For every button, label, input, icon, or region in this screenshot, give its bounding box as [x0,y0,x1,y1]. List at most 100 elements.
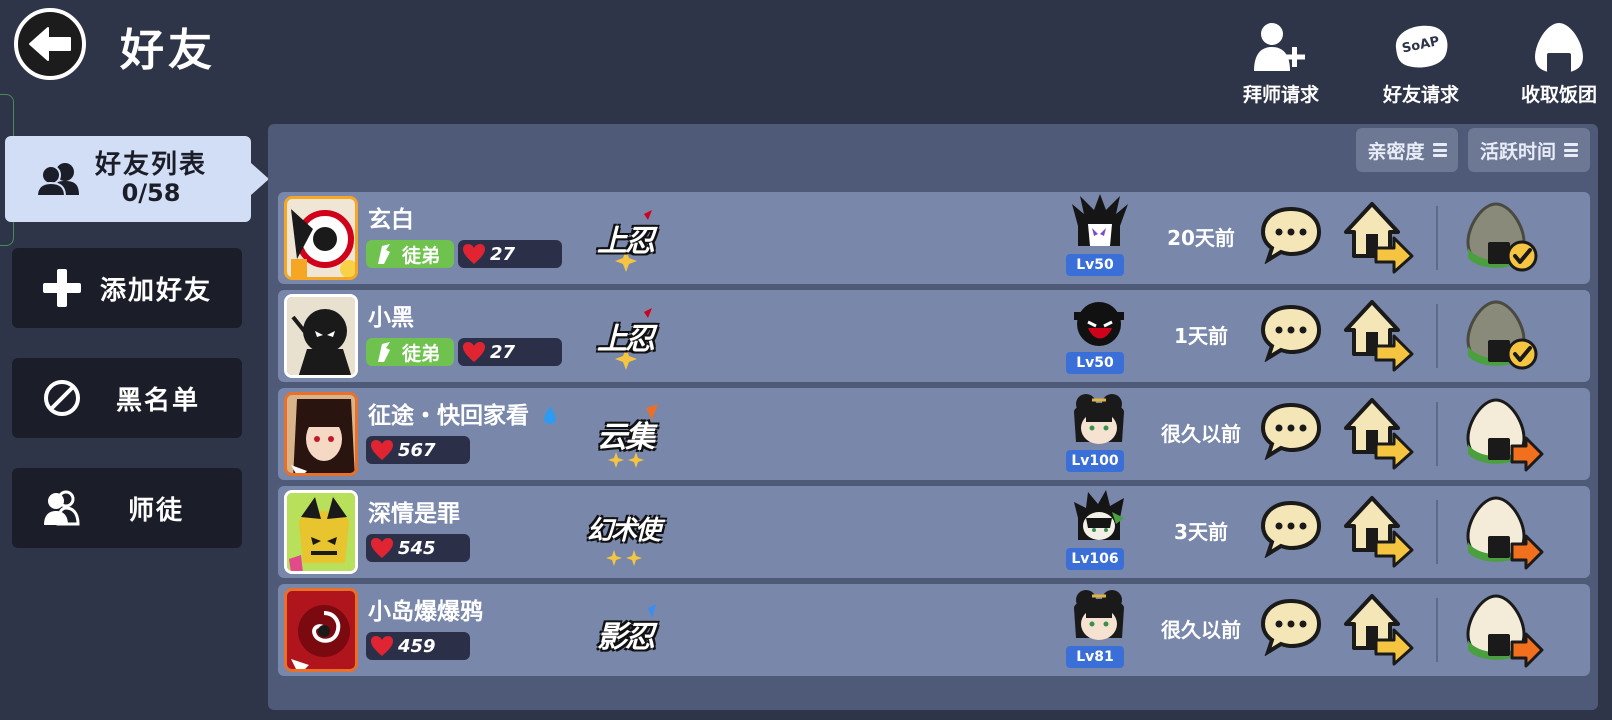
avatar-portrait-icon [287,493,355,571]
sidebar-item-label: 师徒 [128,495,185,526]
menu-icon [1432,143,1447,157]
sidebar-item-friend-list[interactable]: 好友列表 0/58 [5,136,269,222]
character-portrait-icon [1074,590,1124,640]
rank-text: 云集 [597,420,655,455]
intimacy-pill: 459 [366,632,470,660]
rice-collected-icon[interactable] [1460,298,1544,374]
friend-row[interactable]: 深情是罪 545 幻术使 Lv106 3天前 [278,486,1590,578]
page-title: 好友 [120,25,216,76]
chat-bubble-icon[interactable] [1260,598,1322,656]
chat-bubble-icon[interactable] [1260,206,1322,264]
back-button[interactable] [14,8,86,80]
friend-name: 小岛爆爆鸦 [368,599,483,625]
level-badge: Lv100 [1066,450,1124,472]
rank-badge: 幻术使 [578,500,668,566]
last-active-time: 20天前 [1167,226,1235,250]
intimacy-value: 27 [490,243,516,265]
sidebar-item-label: 好友列表 [95,150,208,180]
level-badge: Lv106 [1066,548,1124,570]
chat-bubble-icon[interactable] [1260,304,1322,362]
rank-badge: 影忍 [586,598,664,664]
intimacy-value: 459 [398,635,436,657]
plus-icon [43,269,81,307]
apprentice-icon [378,244,390,264]
character-portrait-icon [1074,302,1124,346]
sort-intimacy-button[interactable]: 亲密度 [1356,128,1458,172]
character-portrait-icon [1074,394,1124,444]
send-rice-icon[interactable] [1460,592,1544,668]
divider [1436,304,1438,368]
character-portrait-icon [1072,194,1128,246]
friend-row[interactable]: 玄白 徒弟 27 上忍 Lv50 20天前 [278,192,1590,284]
sort-intimacy-label: 亲密度 [1367,140,1425,163]
friend-request-button[interactable]: SoAP 好友请求 [1366,18,1476,108]
friend-avatar[interactable] [284,196,358,280]
friend-name: 征途・快回家看 [368,396,557,430]
rice-collected-icon[interactable] [1460,200,1544,276]
chat-bubble-icon[interactable] [1260,500,1322,558]
sort-active-time-label: 活跃时间 [1479,140,1556,163]
apprentice-label: 徒弟 [402,244,441,267]
last-active-time: 1天前 [1174,324,1228,348]
friend-row[interactable]: 小岛爆爆鸦 459 影忍 Lv81 很久以前 [278,584,1590,676]
friend-avatar[interactable] [284,490,358,574]
menu-icon [1564,143,1578,157]
collect-rice-button[interactable]: 收取饭团 [1504,18,1612,108]
chat-bubble-icon[interactable] [1260,402,1322,460]
intimacy-pill: 545 [366,534,470,562]
apprentice-badge: 徒弟 [366,240,454,268]
heart-icon [371,440,393,460]
rank-text: 幻术使 [586,516,661,546]
last-active-time: 很久以前 [1161,618,1241,642]
block-icon [44,380,80,416]
friend-row[interactable]: 征途・快回家看 567 云集 Lv100 很久以前 [278,388,1590,480]
divider [1436,402,1438,466]
heart-icon [371,636,393,656]
visit-home-icon[interactable] [1340,590,1414,666]
visit-home-icon[interactable] [1340,198,1414,274]
intimacy-pill: 27 [458,338,562,366]
avatar-portrait-icon [287,395,355,473]
friend-avatar[interactable] [284,392,358,476]
sidebar-item-mentor[interactable]: 师徒 [12,468,242,548]
friends-icon [37,163,79,197]
friend-avatar[interactable] [284,588,358,672]
back-arrow-icon [29,27,71,61]
intimacy-value: 545 [398,537,436,559]
last-active-time: 很久以前 [1161,422,1241,446]
heart-icon [463,244,485,264]
apprentice-badge: 徒弟 [366,338,454,366]
friend-request-label: 好友请求 [1382,84,1459,106]
last-active-time: 3天前 [1174,520,1228,544]
friend-row[interactable]: 小黑 徒弟 27 上忍 Lv50 1天前 [278,290,1590,382]
sidebar-item-label: 黑名单 [116,385,201,416]
rank-badge: 上忍 [586,304,664,370]
sort-active-time-button[interactable]: 活跃时间 [1468,128,1590,172]
friend-name: 小黑 [368,305,414,331]
level-badge: Lv50 [1066,254,1124,276]
apprentice-label: 徒弟 [402,342,441,365]
mentor-request-button[interactable]: 拜师请求 [1226,18,1336,108]
friend-avatar[interactable] [284,294,358,378]
character-portrait-icon [1074,490,1124,540]
rank-text: 上忍 [597,322,655,357]
mentor-icon [44,490,80,526]
avatar-portrait-icon [287,297,355,375]
rank-badge: 云集 [586,402,664,468]
avatar-portrait-icon [287,199,355,277]
visit-home-icon[interactable] [1340,492,1414,568]
friend-name: 深情是罪 [368,501,460,527]
divider [1436,598,1438,662]
sidebar-item-label: 添加好友 [100,275,213,306]
visit-home-icon[interactable] [1340,394,1414,470]
intimacy-value: 27 [490,341,516,363]
sidebar-item-add-friend[interactable]: 添加好友 [12,248,242,328]
friend-name-text: 征途・快回家看 [368,403,529,429]
send-rice-icon[interactable] [1460,494,1544,570]
level-badge: Lv81 [1066,646,1124,668]
send-rice-icon[interactable] [1460,396,1544,472]
visit-home-icon[interactable] [1340,296,1414,372]
level-badge: Lv50 [1066,352,1124,374]
friend-list-panel: 亲密度 活跃时间 玄白 徒弟 27 上忍 Lv50 20天前 小黑 徒弟 27 … [268,124,1598,710]
sidebar-item-blacklist[interactable]: 黑名单 [12,358,242,438]
